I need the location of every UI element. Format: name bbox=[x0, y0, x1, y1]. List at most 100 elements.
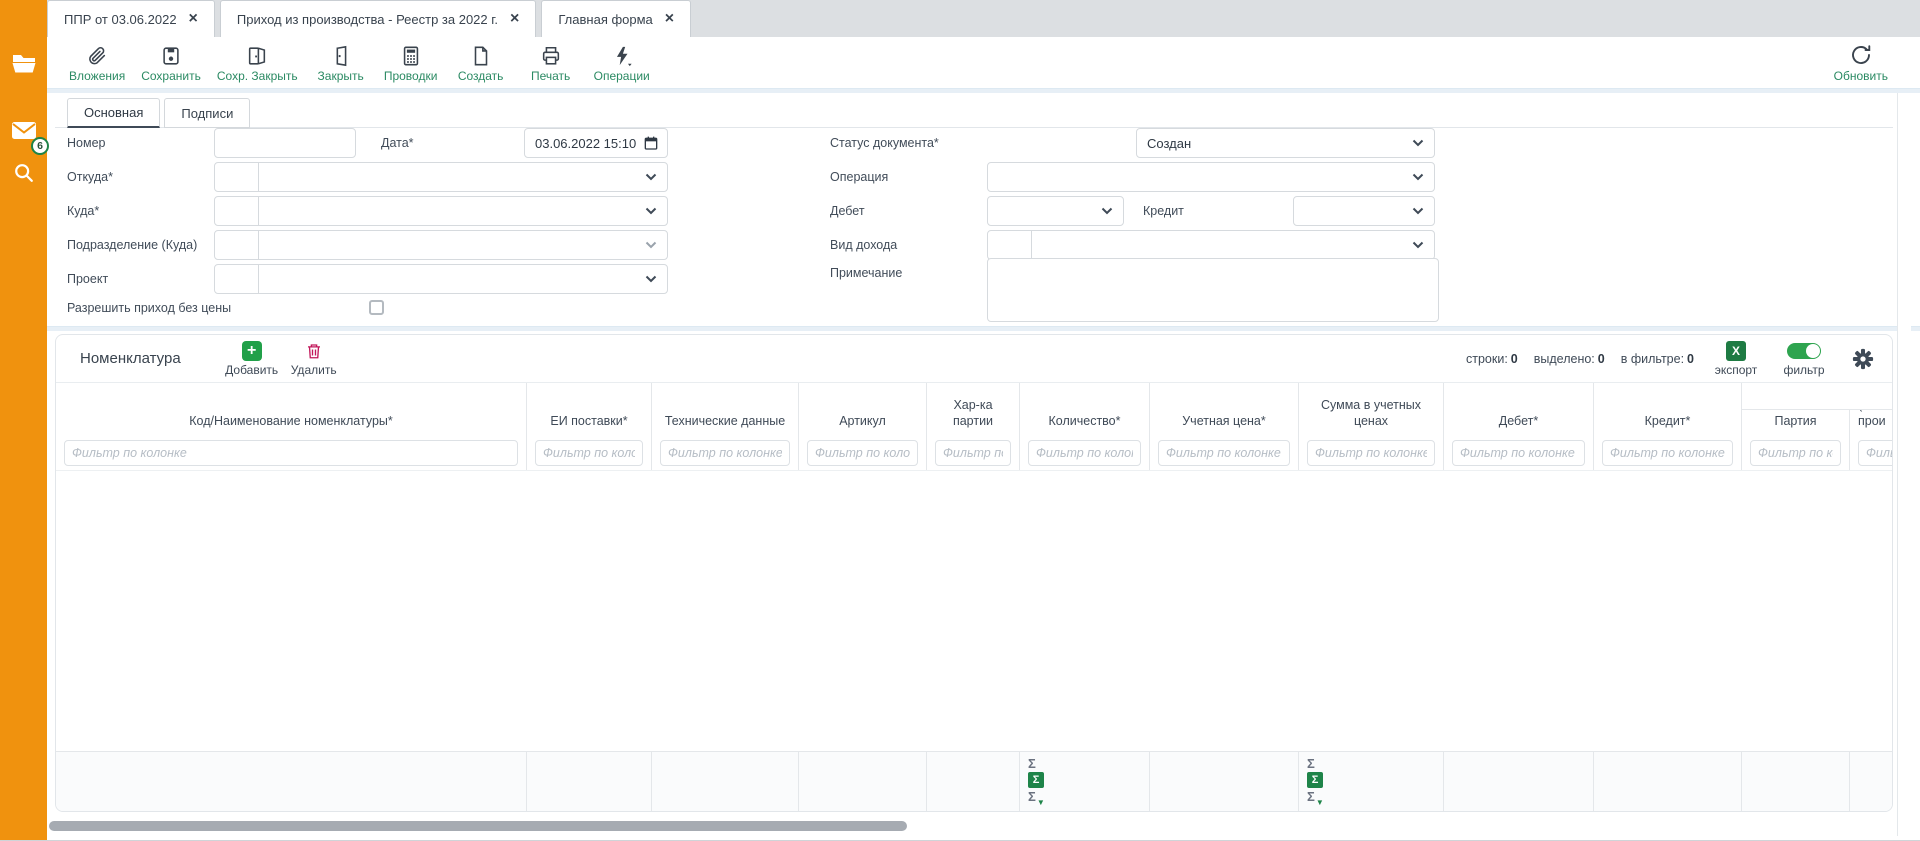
save-close-button[interactable]: Сохр. Закрыть bbox=[209, 40, 306, 86]
toggle-on-icon bbox=[1787, 343, 1821, 359]
column-header[interactable]: ЕИ поставки* bbox=[527, 383, 651, 436]
gear-icon[interactable] bbox=[1852, 348, 1874, 370]
tab-signatures[interactable]: Подписи bbox=[164, 98, 250, 128]
delete-row-button[interactable]: Удалить bbox=[283, 341, 345, 377]
column-filter-input[interactable] bbox=[1158, 440, 1290, 466]
column-header[interactable]: Сумма в учетных ценах bbox=[1299, 383, 1443, 436]
department-combobox[interactable] bbox=[214, 230, 668, 260]
sum-all-icon[interactable]: Σ bbox=[1307, 756, 1315, 771]
tab-main-form[interactable]: Главная форма × bbox=[541, 0, 691, 37]
column-filter-input[interactable] bbox=[1750, 440, 1841, 466]
folder-icon[interactable] bbox=[0, 48, 47, 78]
group-header-cell bbox=[1741, 383, 1893, 410]
postings-button[interactable]: Проводки bbox=[376, 40, 446, 86]
column-filter-input[interactable] bbox=[1602, 440, 1733, 466]
sum-filtered-icon[interactable]: Σ▼ bbox=[1028, 789, 1045, 807]
tab-main[interactable]: Основная bbox=[67, 98, 160, 128]
toolbar-label: Проводки bbox=[384, 69, 438, 83]
nomenclature-header: Номенклатура + Добавить Удалить строки:0… bbox=[56, 335, 1892, 383]
filter-mark-icon: ▼ bbox=[1037, 798, 1045, 807]
column-batch-char: Хар-ка партии bbox=[926, 383, 1019, 470]
table-body-empty[interactable] bbox=[56, 471, 1892, 751]
close-icon[interactable]: × bbox=[510, 11, 519, 27]
new-document-icon bbox=[470, 43, 492, 67]
calculator-icon bbox=[400, 43, 422, 67]
column-filter-input[interactable] bbox=[64, 440, 518, 466]
column-filter-input[interactable] bbox=[1452, 440, 1585, 466]
add-row-button[interactable]: + Добавить bbox=[221, 341, 283, 377]
column-header[interactable]: Учетная цена* bbox=[1150, 383, 1298, 436]
table-footer: Σ Σ Σ▼ Σ Σ Σ▼ bbox=[56, 751, 1892, 811]
save-button[interactable]: Сохранить bbox=[133, 40, 209, 86]
horizontal-scrollbar[interactable] bbox=[47, 820, 1893, 832]
mail-icon[interactable]: 6 bbox=[0, 115, 47, 145]
operations-button[interactable]: Операции bbox=[586, 40, 658, 86]
column-header[interactable]: Хар-ка партии bbox=[927, 383, 1019, 436]
column-header[interactable]: Технические данные bbox=[652, 383, 798, 436]
toolbar-label: Операции bbox=[594, 69, 650, 83]
filter-toggle[interactable]: фильтр bbox=[1778, 341, 1830, 377]
column-filter-input[interactable] bbox=[1307, 440, 1435, 466]
column-filter-input[interactable] bbox=[807, 440, 918, 466]
close-button[interactable]: Закрыть bbox=[306, 40, 376, 86]
chevron-down-icon bbox=[1412, 241, 1424, 249]
column-header[interactable]: Артикул bbox=[799, 383, 926, 436]
selected-count: выделено:0 bbox=[1534, 352, 1605, 366]
column-header[interactable]: Кредит* bbox=[1594, 383, 1741, 436]
from-label: Откуда* bbox=[67, 162, 113, 192]
chevron-down-icon bbox=[645, 207, 657, 215]
toolbar-label: Печать bbox=[531, 69, 570, 83]
to-code-input[interactable] bbox=[215, 197, 259, 225]
column-credit: Кредит* bbox=[1593, 383, 1741, 470]
number-input[interactable] bbox=[214, 128, 356, 158]
sum-selected-icon[interactable]: Σ bbox=[1028, 772, 1044, 788]
column-header[interactable]: Код/Наименование номенклатуры* bbox=[56, 383, 526, 436]
credit-select[interactable] bbox=[1293, 196, 1435, 226]
status-select[interactable]: Создан bbox=[1136, 128, 1435, 158]
export-excel-button[interactable]: X экспорт bbox=[1710, 341, 1762, 377]
date-input[interactable]: 03.06.2022 15:10 bbox=[524, 128, 668, 158]
income-type-combobox[interactable] bbox=[987, 230, 1435, 260]
column-filter-input[interactable] bbox=[935, 440, 1011, 466]
search-icon[interactable] bbox=[0, 158, 47, 188]
from-code-input[interactable] bbox=[215, 163, 259, 191]
column-header[interactable]: Количество* bbox=[1020, 383, 1149, 436]
close-icon[interactable]: × bbox=[665, 11, 674, 27]
column-accounting-sum: Сумма в учетных ценах bbox=[1298, 383, 1443, 470]
sum-all-icon[interactable]: Σ bbox=[1028, 756, 1036, 771]
column-filter-input[interactable] bbox=[1858, 440, 1893, 466]
from-combobox[interactable] bbox=[214, 162, 668, 192]
table-header: Код/Наименование номенклатуры* ЕИ постав… bbox=[56, 383, 1892, 471]
operation-select[interactable] bbox=[987, 162, 1435, 192]
refresh-button[interactable]: Обновить bbox=[1826, 40, 1896, 86]
income-type-code-input[interactable] bbox=[988, 231, 1032, 259]
create-button[interactable]: Создать bbox=[446, 40, 516, 86]
close-icon[interactable]: × bbox=[189, 11, 198, 27]
tab-document[interactable]: ППР от 03.06.2022 × bbox=[47, 0, 215, 37]
folder-icon bbox=[11, 52, 37, 74]
column-filter-input[interactable] bbox=[535, 440, 643, 466]
tab-registry[interactable]: Приход из производства - Реестр за 2022 … bbox=[220, 0, 536, 37]
door-icon bbox=[330, 43, 352, 67]
to-combobox[interactable] bbox=[214, 196, 668, 226]
project-code-input[interactable] bbox=[215, 265, 259, 293]
section-title: Номенклатура bbox=[80, 350, 181, 367]
debit-select[interactable] bbox=[987, 196, 1124, 226]
allow-no-price-checkbox[interactable] bbox=[369, 300, 384, 315]
vertical-scrollbar-track[interactable] bbox=[1897, 93, 1911, 836]
note-textarea[interactable] bbox=[987, 258, 1439, 322]
project-combobox[interactable] bbox=[214, 264, 668, 294]
column-filter-input[interactable] bbox=[660, 440, 790, 466]
department-code-input[interactable] bbox=[215, 231, 259, 259]
sum-filtered-icon[interactable]: Σ▼ bbox=[1307, 789, 1324, 807]
plus-icon: + bbox=[242, 341, 262, 361]
print-button[interactable]: Печать bbox=[516, 40, 586, 86]
sum-selected-icon[interactable]: Σ bbox=[1307, 772, 1323, 788]
status-value: Создан bbox=[1147, 136, 1412, 151]
tab-label: ППР от 03.06.2022 bbox=[64, 12, 177, 27]
scrollbar-thumb[interactable] bbox=[49, 821, 907, 831]
tab-label: Подписи bbox=[181, 106, 233, 121]
column-filter-input[interactable] bbox=[1028, 440, 1141, 466]
attachments-button[interactable]: Вложения bbox=[61, 40, 133, 86]
column-header[interactable]: Дебет* bbox=[1444, 383, 1593, 436]
